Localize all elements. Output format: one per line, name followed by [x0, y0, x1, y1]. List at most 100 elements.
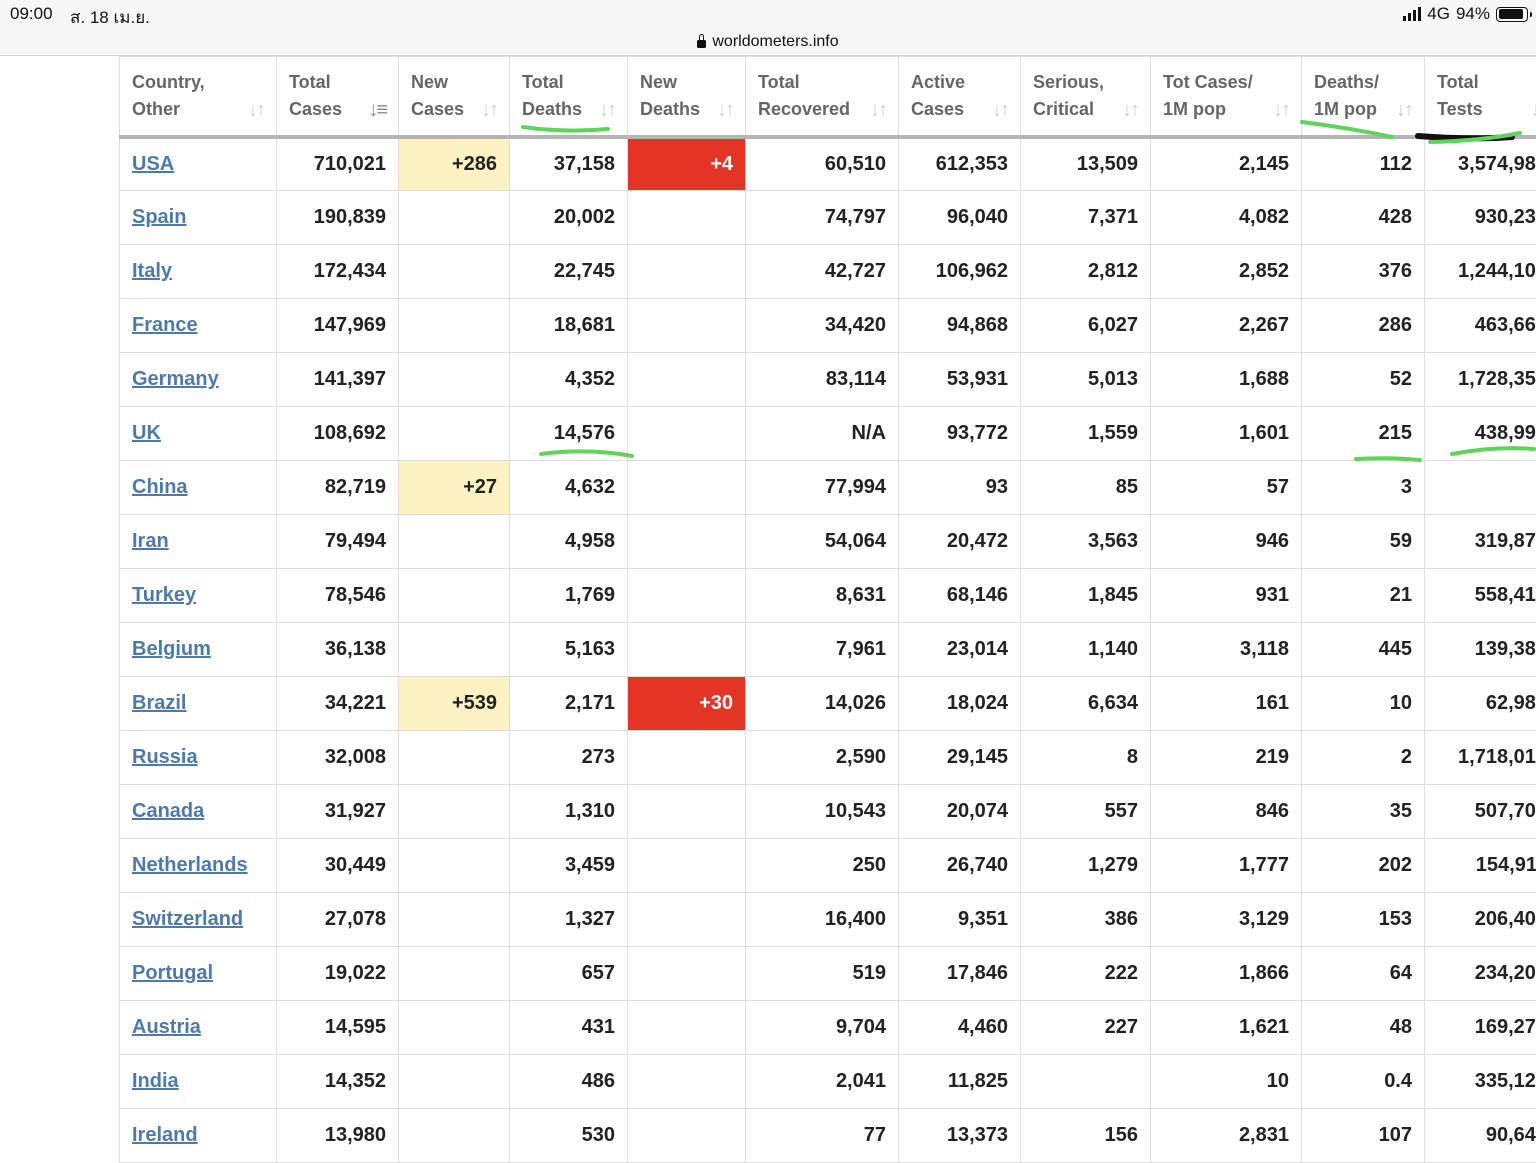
column-header-total-deaths[interactable]: Total Deaths↓↑: [510, 57, 628, 137]
cell-country: Portugal: [120, 947, 277, 1001]
cell-serious-critical: 8: [1021, 731, 1151, 785]
cell-serious-critical: [1021, 1055, 1151, 1109]
country-link[interactable]: Netherlands: [132, 854, 248, 876]
column-header-deaths-per-1m[interactable]: Deaths/ 1M pop↓↑: [1302, 57, 1425, 137]
sort-icon[interactable]: ↓↑: [481, 97, 497, 124]
country-link[interactable]: China: [132, 476, 188, 498]
cell-cases-per-1m: 3,118: [1151, 623, 1302, 677]
cell-serious-critical: 1,845: [1021, 569, 1151, 623]
country-link[interactable]: UK: [132, 422, 161, 444]
cell-active-cases: 94,868: [899, 299, 1021, 353]
cell-total-deaths: 1,327: [510, 893, 628, 947]
cell-total-deaths: 20,002: [510, 191, 628, 245]
country-link[interactable]: Germany: [132, 368, 219, 390]
sort-icon[interactable]: ↓↑: [248, 97, 264, 124]
country-link[interactable]: Austria: [132, 1016, 201, 1038]
cell-total-deaths: 1,310: [510, 785, 628, 839]
cell-country: UK: [120, 407, 277, 461]
cell-serious-critical: 386: [1021, 893, 1151, 947]
sort-icon[interactable]: ↓↑: [1396, 97, 1412, 124]
cell-serious-critical: 1,559: [1021, 407, 1151, 461]
cell-total-cases: 710,021: [277, 137, 399, 191]
table-row: Ireland13,9805307713,3731562,83110790,64…: [120, 1109, 1536, 1163]
column-header-serious-critical[interactable]: Serious, Critical↓↑: [1021, 57, 1151, 137]
sort-icon[interactable]: ↓↑: [717, 97, 733, 124]
cell-deaths-per-1m: 376: [1302, 245, 1425, 299]
cell-new-cases: [399, 569, 510, 623]
cell-active-cases: 9,351: [899, 893, 1021, 947]
cell-total-tests: 1,244,108: [1425, 245, 1536, 299]
cell-cases-per-1m: 10: [1151, 1055, 1302, 1109]
cell-country: Germany: [120, 353, 277, 407]
column-header-total-cases[interactable]: Total Cases↓≡: [277, 57, 399, 137]
address-bar[interactable]: worldometers.info: [0, 28, 1536, 56]
country-link[interactable]: Portugal: [132, 962, 213, 984]
cell-country: Brazil: [120, 677, 277, 731]
cell-total-recovered: 2,590: [746, 731, 899, 785]
cell-total-recovered: 8,631: [746, 569, 899, 623]
cell-country: USA: [120, 137, 277, 191]
cell-total-deaths: 530: [510, 1109, 628, 1163]
country-link[interactable]: France: [132, 314, 198, 336]
country-link[interactable]: Turkey: [132, 584, 196, 606]
column-header-total-tests[interactable]: Total Tests↓↑: [1425, 57, 1536, 137]
country-link[interactable]: Switzerland: [132, 908, 243, 930]
cell-country: Russia: [120, 731, 277, 785]
country-link[interactable]: Ireland: [132, 1124, 198, 1146]
cell-total-recovered: 77: [746, 1109, 899, 1163]
cell-total-recovered: 9,704: [746, 1001, 899, 1055]
cell-cases-per-1m: 1,777: [1151, 839, 1302, 893]
country-link[interactable]: Russia: [132, 746, 198, 768]
cell-cases-per-1m: 1,866: [1151, 947, 1302, 1001]
cell-country: Austria: [120, 1001, 277, 1055]
country-link[interactable]: Italy: [132, 260, 172, 282]
country-link[interactable]: India: [132, 1070, 179, 1092]
country-link[interactable]: Spain: [132, 206, 186, 228]
cell-new-deaths: [628, 731, 746, 785]
cell-deaths-per-1m: 445: [1302, 623, 1425, 677]
cell-cases-per-1m: 3,129: [1151, 893, 1302, 947]
table-header-row: Country, Other↓↑Total Cases↓≡New Cases↓↑…: [120, 57, 1536, 137]
sort-icon[interactable]: ↓↑: [1273, 97, 1289, 124]
cell-new-cases: [399, 245, 510, 299]
cell-new-cases: [399, 731, 510, 785]
cell-total-tests: 335,123: [1425, 1055, 1536, 1109]
cell-active-cases: 20,472: [899, 515, 1021, 569]
column-header-cases-per-1m[interactable]: Tot Cases/ 1M pop↓↑: [1151, 57, 1302, 137]
sort-icon[interactable]: ↓↑: [1531, 97, 1536, 124]
cell-total-cases: 82,719: [277, 461, 399, 515]
column-header-new-deaths[interactable]: New Deaths↓↑: [628, 57, 746, 137]
cell-total-recovered: 250: [746, 839, 899, 893]
cell-total-cases: 32,008: [277, 731, 399, 785]
cell-new-deaths: [628, 353, 746, 407]
column-header-total-recovered[interactable]: Total Recovered↓↑: [746, 57, 899, 137]
cell-deaths-per-1m: 153: [1302, 893, 1425, 947]
country-link[interactable]: Canada: [132, 800, 204, 822]
cell-country: Italy: [120, 245, 277, 299]
sort-icon[interactable]: ↓↑: [992, 97, 1008, 124]
cell-serious-critical: 1,279: [1021, 839, 1151, 893]
column-header-new-cases[interactable]: New Cases↓↑: [399, 57, 510, 137]
cell-active-cases: 96,040: [899, 191, 1021, 245]
cell-total-tests: 558,413: [1425, 569, 1536, 623]
sort-icon[interactable]: ↓↑: [1122, 97, 1138, 124]
country-link[interactable]: Belgium: [132, 638, 211, 660]
sort-icon[interactable]: ↓↑: [870, 97, 886, 124]
cell-cases-per-1m: 1,621: [1151, 1001, 1302, 1055]
sort-descending-icon[interactable]: ↓≡: [368, 97, 386, 124]
cell-total-cases: 78,546: [277, 569, 399, 623]
country-link[interactable]: Iran: [132, 530, 169, 552]
cell-total-tests: 90,646: [1425, 1109, 1536, 1163]
cell-country: France: [120, 299, 277, 353]
country-link[interactable]: Brazil: [132, 692, 186, 714]
column-header-active-cases[interactable]: Active Cases↓↑: [899, 57, 1021, 137]
column-header-country[interactable]: Country, Other↓↑: [120, 57, 277, 137]
cell-total-recovered: 60,510: [746, 137, 899, 191]
cell-new-cases: [399, 407, 510, 461]
cell-country: Ireland: [120, 1109, 277, 1163]
sort-icon[interactable]: ↓↑: [599, 97, 615, 124]
url-display[interactable]: worldometers.info: [697, 33, 838, 51]
country-link[interactable]: USA: [132, 153, 174, 175]
cell-total-tests: 438,991: [1425, 407, 1536, 461]
cell-total-tests: 319,879: [1425, 515, 1536, 569]
